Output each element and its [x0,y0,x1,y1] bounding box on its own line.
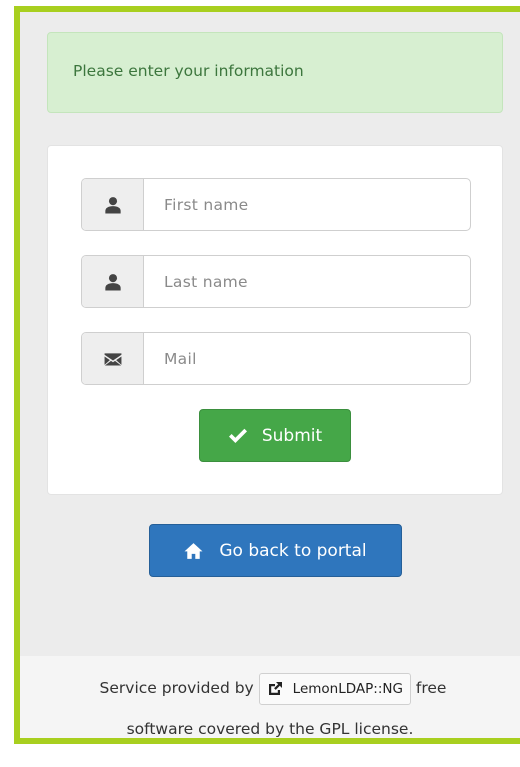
page-frame: Please enter your information First name… [14,6,520,744]
info-alert-text: Please enter your information [73,62,304,80]
check-icon [228,428,247,443]
back-to-portal-label: Go back to portal [219,540,367,561]
lastname-input[interactable] [144,256,470,307]
register-form: Submit [47,145,503,495]
mail-input[interactable] [144,333,470,384]
submit-button-label: Submit [261,425,323,446]
lemonldap-link-label: LemonLDAP::NG [292,680,403,697]
main-content: Please enter your information First name… [20,12,520,656]
user-icon [82,256,144,307]
footer-prefix: Service provided by [99,679,254,697]
footer-line-1: Service provided by LemonLDAP::NG free [20,670,520,707]
external-link-icon [268,681,282,695]
footer-line-2: software covered by the GPL license. [126,720,414,738]
info-alert: Please enter your information [47,32,503,113]
mail-group [81,332,471,385]
home-icon [184,542,203,559]
back-to-portal-button[interactable]: Go back to portal [149,524,402,577]
footer: Service provided by LemonLDAP::NG free s… [20,656,520,738]
firstname-input[interactable] [144,179,470,230]
user-icon [82,179,144,230]
envelope-icon [82,333,144,384]
lemonldap-link[interactable]: LemonLDAP::NG [258,672,411,705]
submit-button[interactable]: Submit [199,409,351,462]
footer-suffix: free [415,679,447,697]
firstname-group [81,178,471,231]
lastname-group [81,255,471,308]
